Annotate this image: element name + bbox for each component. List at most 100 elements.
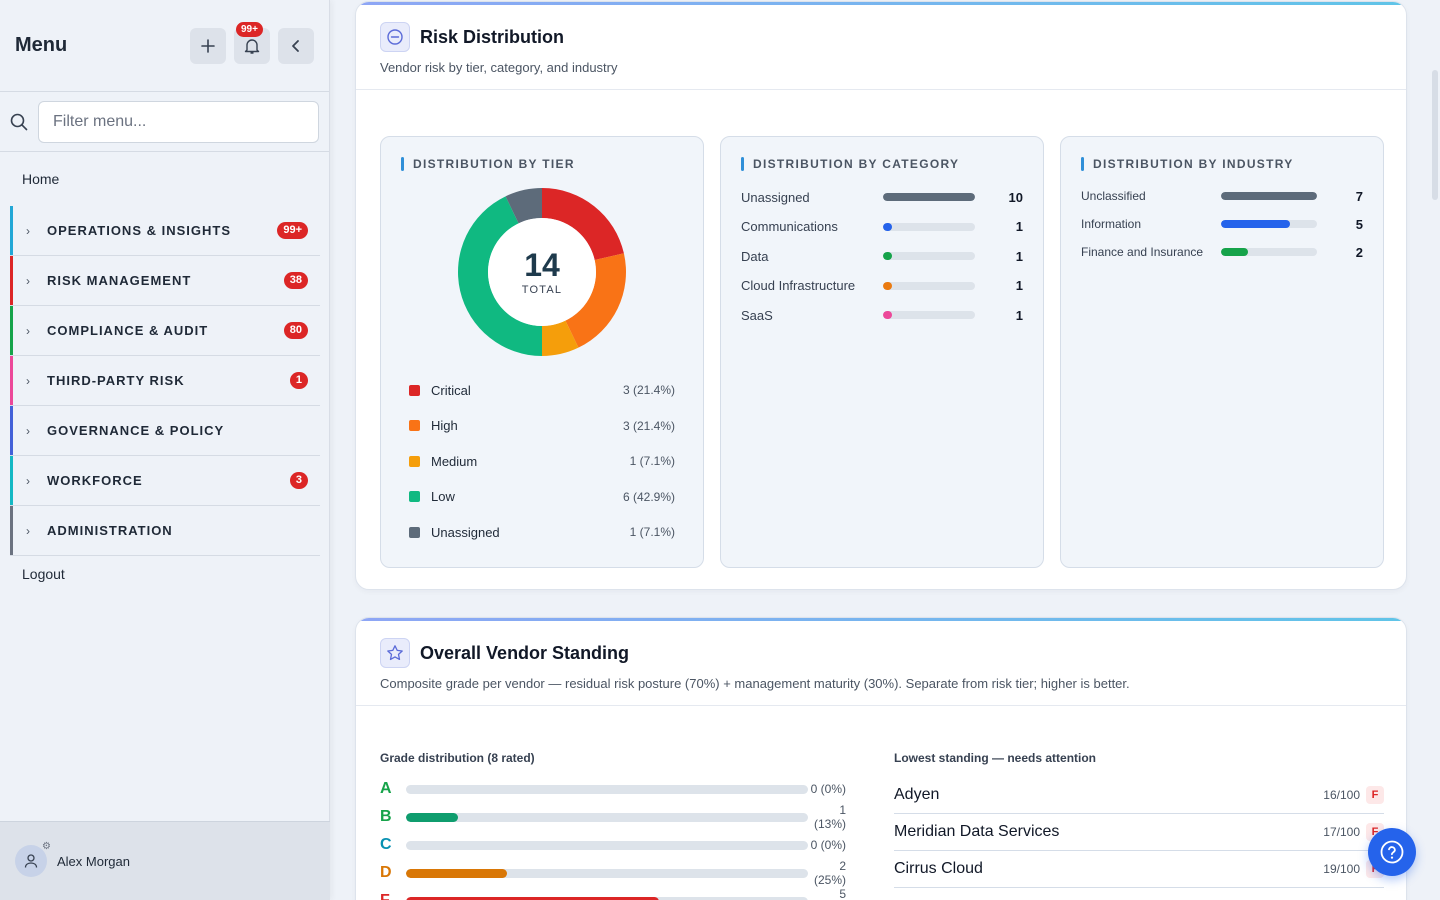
category-row[interactable]: Cloud Infrastructure 1 [741, 276, 1023, 296]
user-profile[interactable]: ⚙ Alex Morgan [0, 821, 330, 900]
chevron-right-icon: › [26, 323, 30, 338]
sidebar-group-third-party-risk[interactable]: › THIRD-PARTY RISK 1 [10, 356, 320, 406]
legend-item-high[interactable]: High 3 (21.4%) [409, 416, 675, 436]
bar-fill [1221, 192, 1317, 200]
count-badge: 80 [283, 322, 308, 339]
industry-panel: DISTRIBUTION BY INDUSTRY Unclassified 7 In… [1060, 136, 1384, 568]
notifications-button[interactable]: 99+ [234, 21, 270, 64]
vendor-row[interactable]: Cirrus Cloud19/100F [894, 851, 1384, 888]
help-icon [1380, 840, 1404, 864]
add-button[interactable] [190, 27, 226, 64]
row-label: Information [1081, 217, 1142, 231]
grade-distribution-heading: Grade distribution (8 rated) [380, 751, 535, 765]
group-accent-bar [10, 206, 13, 255]
group-accent-bar [10, 456, 13, 505]
sidebar-group-label: RISK MANAGEMENT [47, 273, 192, 288]
legend-label: Low [431, 489, 455, 504]
row-label: Communications [741, 219, 838, 234]
sidebar-group-risk-management[interactable]: › RISK MANAGEMENT 38 [10, 256, 320, 306]
legend-value: 1 (7.1%) [629, 525, 675, 539]
grade-bar-track [406, 840, 808, 850]
chevron-right-icon: › [26, 473, 30, 488]
category-row[interactable]: Communications 1 [741, 217, 1023, 237]
grade-row-b[interactable]: B 1 (13%) [380, 803, 846, 831]
legend-item-low[interactable]: Low 6 (42.9%) [409, 487, 675, 507]
search-icon [10, 113, 30, 131]
collapse-sidebar-button[interactable] [278, 27, 314, 64]
grade-bar-fill [406, 896, 660, 900]
bar-track [883, 281, 975, 290]
vendor-score: 19/100 [1323, 862, 1360, 876]
grade-row-d[interactable]: D 2 (25%) [380, 859, 846, 887]
category-row[interactable]: SaaS 1 [741, 305, 1023, 325]
count-badge: 38 [283, 272, 308, 289]
donut-center: 14 TOTAL [457, 187, 627, 357]
legend-swatch [409, 491, 420, 502]
grade-value: 1 (13%) [813, 803, 846, 831]
grade-letter: F [380, 892, 406, 900]
vendor-row[interactable]: Meridian Data Services 17/100 F [894, 814, 1384, 851]
bar-track [1221, 192, 1317, 200]
row-label: Unclassified [1081, 189, 1146, 203]
row-label: Cloud Infrastructure [741, 278, 856, 293]
sidebar-group-operations-insights[interactable]: › OPERATIONS & INSIGHTS 99+ [10, 206, 320, 256]
grade-row-f[interactable]: F 5 (63%) [380, 887, 846, 900]
grade-letter: B [380, 808, 392, 825]
user-icon [24, 854, 38, 868]
sidebar-item-home[interactable]: Home [0, 152, 329, 206]
sidebar-group-governance-policy[interactable]: › GOVERNANCE & POLICY [10, 406, 320, 456]
grade-letter: C [380, 836, 392, 853]
legend-value: 3 (21.4%) [622, 418, 675, 433]
sidebar-title: Menu [15, 34, 68, 56]
legend-item-critical[interactable]: Critical 3 (21.4%) [409, 380, 675, 400]
sidebar-group-compliance-audit[interactable]: › COMPLIANCE & AUDIT 80 [10, 306, 320, 356]
industry-row[interactable]: Unclassified 7 [1081, 186, 1363, 206]
legend-item-medium[interactable]: Medium 1 (7.1%) [409, 451, 675, 471]
logout-link[interactable]: Logout [0, 556, 329, 592]
industry-row[interactable]: Information 5 [1081, 214, 1363, 234]
grade-row-a[interactable]: A 0 (0%) [380, 778, 846, 800]
help-button[interactable] [1368, 828, 1416, 876]
total-value: 14 [524, 247, 560, 283]
vendor-standing-card: Overall Vendor Standing Composite grade … [355, 617, 1407, 900]
grade-bar-fill [406, 812, 459, 822]
legend-swatch [409, 526, 420, 538]
grade-row-c[interactable]: C 0 (0%) [380, 834, 846, 856]
vendor-name: Meridian Data Services [894, 823, 1060, 840]
sidebar-header: Menu 99+ [0, 0, 329, 92]
count-badge: 1 [289, 372, 308, 389]
total-label: TOTAL [521, 284, 563, 296]
sidebar-group-label: OPERATIONS & INSIGHTS [47, 223, 231, 238]
bar-track [883, 252, 975, 260]
bar-track [1221, 248, 1317, 256]
industry-row[interactable]: Finance and Insurance 2 [1081, 242, 1363, 262]
category-row[interactable]: Unassigned 10 [741, 187, 1023, 207]
filter-menu-input[interactable] [38, 100, 319, 143]
grade-bar-track [406, 896, 808, 900]
group-accent-bar [10, 506, 13, 555]
group-accent-bar [10, 256, 13, 305]
notification-badge: 99+ [236, 21, 263, 37]
vendor-row[interactable]: Adyen 16/100 F [894, 777, 1384, 814]
tier-donut-chart: 14 TOTAL [457, 187, 627, 357]
legend-item-unassigned[interactable]: Unassigned 1 (7.1%) [409, 522, 675, 542]
sidebar-group-workforce[interactable]: › WORKFORCE 3 [10, 456, 320, 506]
grade-bar-track [406, 868, 808, 878]
sidebar-group-administration[interactable]: › ADMINISTRATION [10, 506, 320, 556]
grade-value: 5 (63%) [839, 887, 846, 900]
row-value: 2 [1355, 244, 1363, 260]
bar-fill [883, 193, 975, 201]
row-value: 1 [1015, 307, 1023, 323]
category-row[interactable]: Data 1 [741, 246, 1023, 266]
row-label: Finance and Insurance [1081, 245, 1204, 259]
legend-value: 6 (42.9%) [622, 489, 675, 504]
sidebar-filter [0, 92, 329, 152]
vendor-name: Cirrus Cloud [894, 860, 983, 877]
gear-icon: ⚙ [42, 841, 51, 852]
row-label: Unassigned [741, 189, 810, 205]
avatar[interactable]: ⚙ [15, 841, 51, 877]
sidebar-group-label: COMPLIANCE & AUDIT [47, 323, 209, 338]
scrollbar-thumb[interactable] [1432, 70, 1438, 200]
chart-icon [380, 22, 410, 52]
row-value: 10 [1008, 189, 1023, 205]
